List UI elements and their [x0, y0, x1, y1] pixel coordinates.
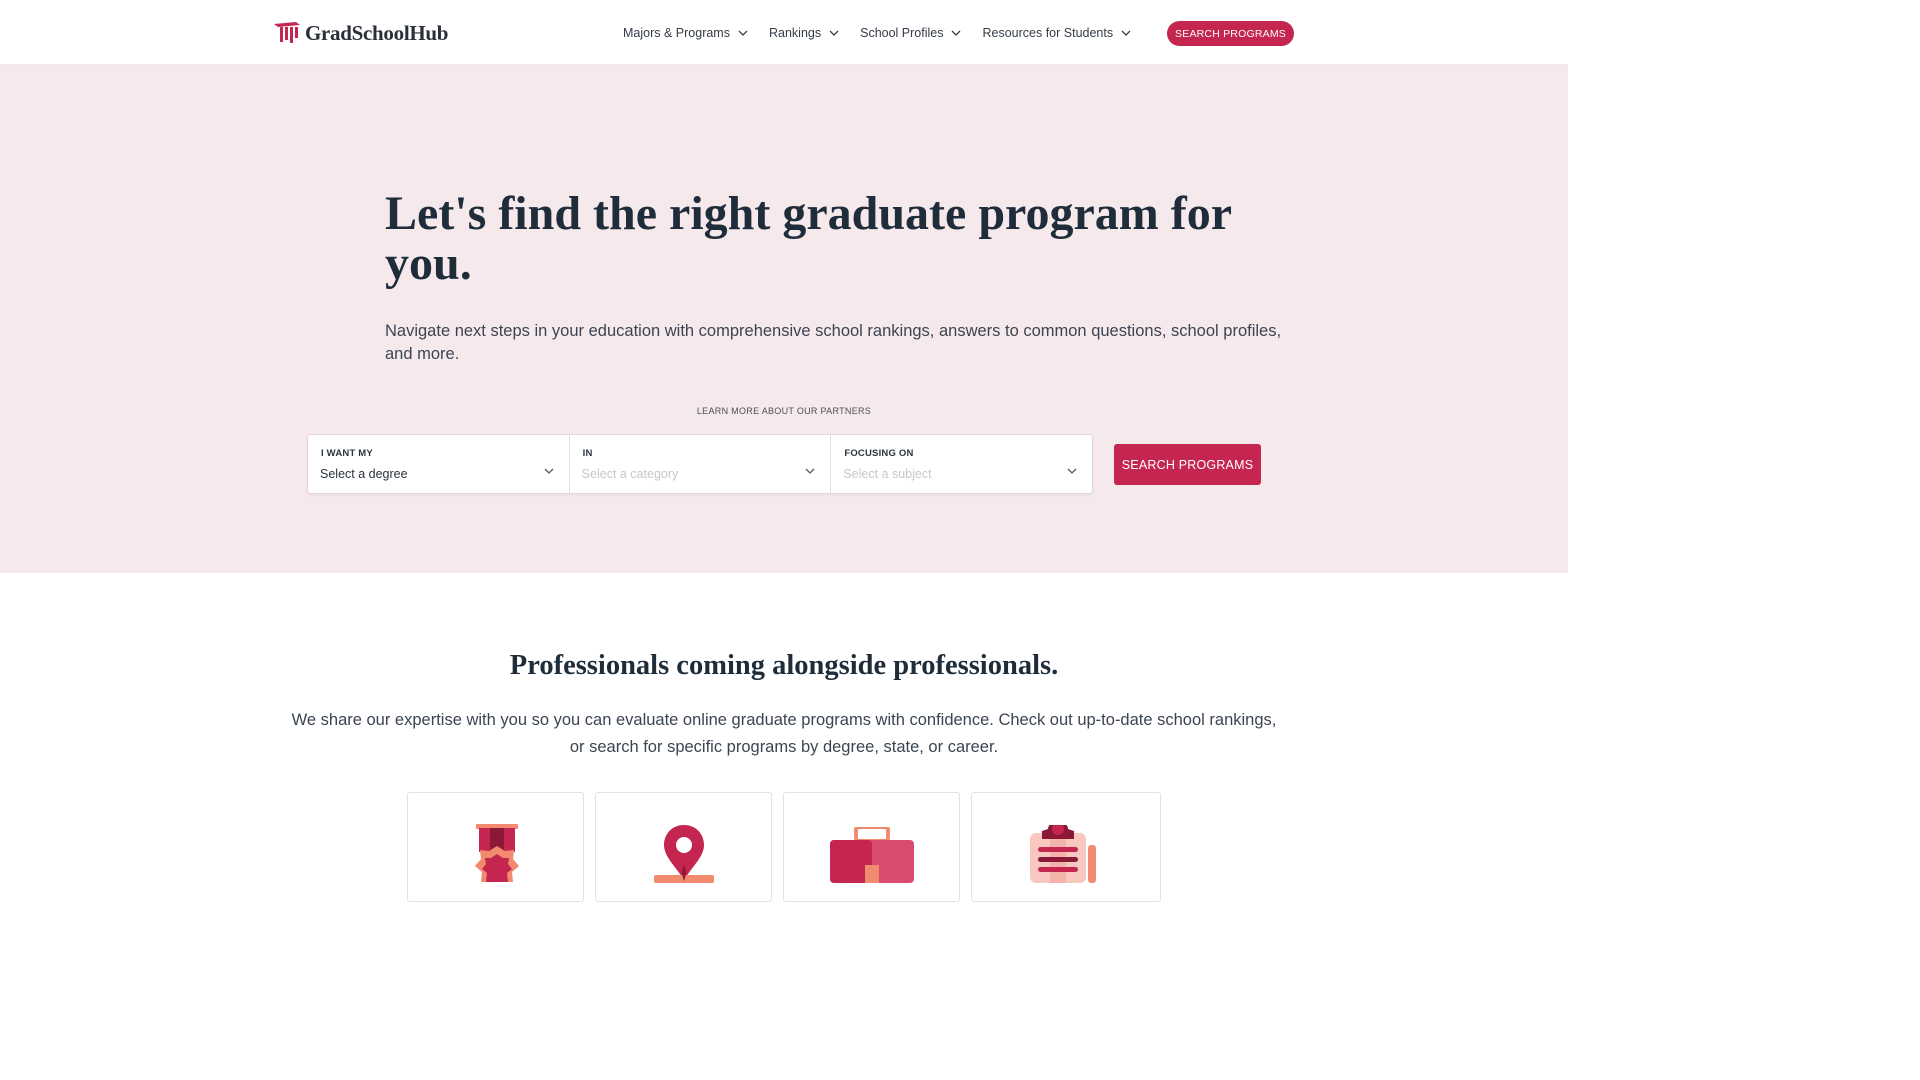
degree-select[interactable]: I WANT MY Select a degree [308, 435, 570, 493]
section-subtitle: We share our expertise with you so you c… [291, 711, 1277, 756]
hero-search-programs-button[interactable]: SEARCH PROGRAMS [1114, 444, 1261, 485]
chevron-down-icon [1121, 30, 1131, 36]
clipboard-icon [1030, 825, 1096, 883]
main-nav: Majors & Programs Rankings School Profil… [623, 0, 1152, 65]
subject-select-placeholder: Select a subject [843, 467, 932, 481]
site-header: GradSchoolHub Majors & Programs Rankings… [0, 0, 1568, 65]
hero-title: Let's find the right graduate program fo… [385, 187, 1232, 290]
chevron-down-icon [951, 30, 961, 36]
chevron-down-icon [829, 30, 839, 36]
feature-card-careers[interactable] [783, 792, 960, 902]
program-search-form: I WANT MY Select a degree IN Select a ca… [307, 434, 1093, 494]
nav-school-profiles[interactable]: School Profiles [860, 26, 961, 40]
chevron-down-icon [1067, 461, 1077, 479]
hero-section: Let's find the right graduate program fo… [0, 65, 1568, 573]
chevron-down-icon [738, 30, 748, 36]
logo-mark-icon [274, 22, 300, 43]
feature-card-resources[interactable] [971, 792, 1161, 902]
partners-link[interactable]: LEARN MORE ABOUT OUR PARTNERS [0, 406, 1568, 416]
nav-label: Majors & Programs [623, 25, 730, 40]
feature-card-states[interactable] [595, 792, 772, 902]
feature-cards [407, 792, 1161, 902]
nav-resources-for-students[interactable]: Resources for Students [982, 26, 1131, 40]
nav-label: Rankings [768, 25, 822, 40]
briefcase-icon [830, 827, 914, 883]
header-search-programs-button[interactable]: SEARCH PROGRAMS [1167, 21, 1294, 46]
category-select[interactable]: IN Select a category [570, 435, 832, 493]
nav-label: Resources for Students [982, 25, 1114, 40]
award-ribbon-icon [475, 824, 519, 882]
site-logo[interactable]: GradSchoolHub [274, 20, 448, 46]
nav-label: School Profiles [860, 25, 944, 40]
nav-majors-programs[interactable]: Majors & Programs [623, 26, 748, 40]
section-title: Professionals coming alongside professio… [509, 650, 1059, 681]
degree-select-label: I WANT MY [321, 448, 373, 459]
subject-select[interactable]: FOCUSING ON Select a subject [831, 435, 1092, 493]
nav-rankings[interactable]: Rankings [769, 26, 839, 40]
subject-select-label: FOCUSING ON [844, 448, 914, 459]
hero-subtitle: Navigate next steps in your education wi… [385, 322, 1282, 363]
degree-select-value: Select a degree [320, 467, 408, 481]
chevron-down-icon [544, 461, 554, 479]
map-pin-icon [654, 825, 714, 883]
chevron-down-icon [805, 461, 815, 479]
feature-card-degrees[interactable] [407, 792, 584, 902]
logo-text: GradSchoolHub [305, 20, 449, 45]
category-select-label: IN [582, 448, 593, 459]
category-select-placeholder: Select a category [581, 467, 679, 481]
